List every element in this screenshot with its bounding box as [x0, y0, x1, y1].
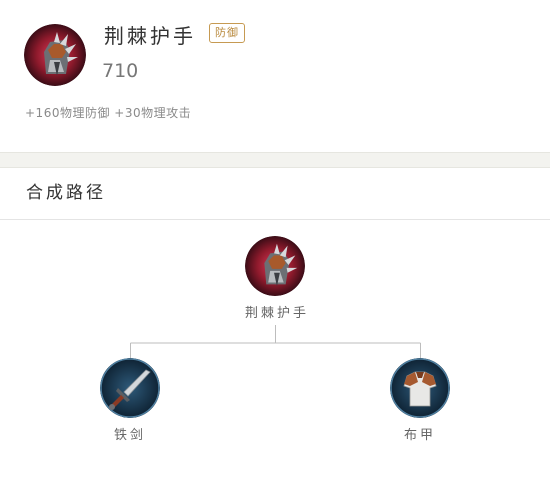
recipe-root-node[interactable] — [245, 236, 305, 296]
recipe-component-label: 布甲 — [403, 428, 436, 443]
recipe-root-label: 荆棘护手 — [244, 306, 309, 321]
recipe-component-node[interactable] — [390, 358, 450, 418]
recipe-component-label: 铁剑 — [113, 428, 146, 443]
cloth-armor-icon — [390, 358, 450, 418]
iron-sword-icon — [100, 358, 160, 418]
recipe-component-node[interactable] — [100, 358, 160, 418]
spiked-gauntlet-icon — [245, 236, 305, 296]
